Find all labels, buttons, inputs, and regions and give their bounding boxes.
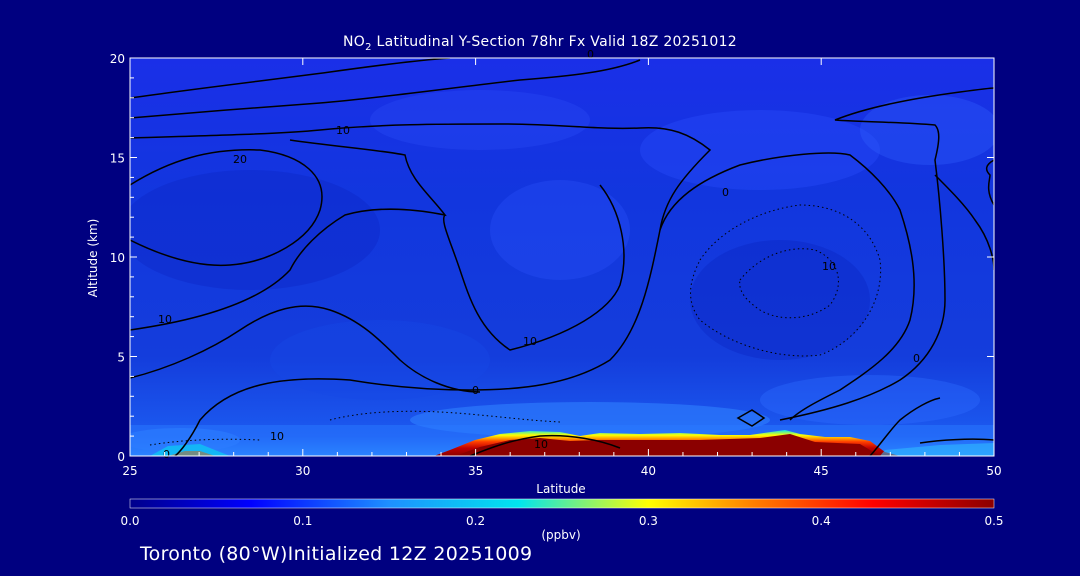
x-tick-label: 35 xyxy=(468,464,483,478)
colorbar-ticks: 0.0 0.1 0.2 0.3 0.4 0.5 xyxy=(120,514,1003,528)
contour-label: 10 xyxy=(336,124,350,137)
colorbar-tick-label: 0.3 xyxy=(639,514,658,528)
x-tick-label: 40 xyxy=(641,464,656,478)
colorbar xyxy=(129,498,995,509)
x-axis-label: Latitude xyxy=(536,482,586,496)
x-tick-label: 25 xyxy=(122,464,137,478)
y-tick-label: 10 xyxy=(110,251,125,265)
contour-label: 0 xyxy=(163,448,170,461)
colorbar-tick-label: 0.4 xyxy=(812,514,831,528)
x-tick-label: 50 xyxy=(986,464,1001,478)
colorbar-tick-label: 0.1 xyxy=(293,514,312,528)
y-tick-label: 20 xyxy=(110,52,125,66)
x-tick-label: 30 xyxy=(295,464,310,478)
colorbar-tick-label: 0.2 xyxy=(466,514,485,528)
contour-label: 10 xyxy=(534,438,548,451)
contour-label: 10 xyxy=(158,313,172,326)
colorbar-units-label: (ppbv) xyxy=(541,528,581,542)
colorbar-tick-label: 0.5 xyxy=(984,514,1003,528)
contour-label: 0 xyxy=(913,352,920,365)
y-tick-label: 5 xyxy=(117,351,125,365)
colorbar-tick-label: 0.0 xyxy=(120,514,139,528)
y-tick-label: 15 xyxy=(110,152,125,166)
contour-label: 10 xyxy=(270,430,284,443)
contour-label: 0 xyxy=(587,48,594,61)
contour-label: 0 xyxy=(472,384,479,397)
x-tick-label: 45 xyxy=(814,464,829,478)
y-tick-label: 0 xyxy=(117,450,125,464)
footer-caption: Toronto (80°W)Initialized 12Z 20251009 xyxy=(140,543,533,565)
contour-label: 0 xyxy=(722,186,729,199)
contour-label: 20 xyxy=(233,153,247,166)
contour-label: 10 xyxy=(822,260,836,273)
contour-label: 10 xyxy=(523,335,537,348)
y-axis-label: Altitude (km) xyxy=(86,218,100,298)
